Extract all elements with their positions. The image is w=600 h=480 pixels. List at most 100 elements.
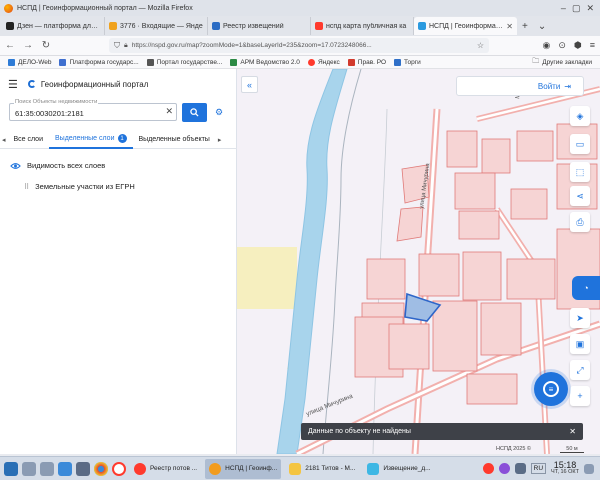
tabs-scroll-right-icon[interactable]: ▸: [216, 136, 224, 144]
clear-search-icon[interactable]: ✕: [165, 106, 173, 117]
chrome-icon[interactable]: [94, 461, 108, 476]
print-icon: ⎙: [576, 216, 584, 227]
bookmark-item[interactable]: АРМ Ведомство 2.0: [230, 58, 300, 66]
browser-tab[interactable]: Дзен — платформа для п: [2, 17, 105, 35]
start-menu-icon[interactable]: [4, 461, 18, 476]
reload-icon[interactable]: ↻: [41, 40, 51, 51]
bookmark-item[interactable]: Портал государстве...: [146, 58, 222, 66]
locate-button[interactable]: ➤: [570, 308, 590, 328]
file-manager-icon[interactable]: [58, 461, 72, 476]
drag-handle-icon[interactable]: ⠿: [24, 183, 29, 191]
tab-favicon-icon: [315, 22, 323, 30]
draw-tool-button[interactable]: ⬚: [570, 162, 590, 182]
maximize-icon[interactable]: ▢: [572, 3, 581, 14]
zoom-in-button[interactable]: +: [570, 386, 590, 406]
bookmark-icon: [59, 58, 67, 66]
account-icon[interactable]: ⊙: [558, 40, 566, 51]
yandex-tray-icon[interactable]: [482, 463, 494, 474]
taskbar: Реестр потов ... НСПД | Геоинф... 2181 Т…: [0, 456, 600, 480]
browser-tab[interactable]: Реестр извещений: [208, 17, 311, 35]
browser-tab-active[interactable]: НСПД | Геоинформационн ✕: [414, 17, 517, 35]
bookmark-label: ДЕЛО-Web: [18, 58, 52, 66]
tab-all-layers[interactable]: Все слои: [8, 131, 49, 149]
back-icon[interactable]: ←: [5, 40, 15, 51]
tab-label: Реестр извещений: [223, 22, 284, 30]
tabs-scroll-left-icon[interactable]: ◂: [0, 136, 8, 144]
toast-close-icon[interactable]: ✕: [569, 427, 576, 436]
bookmark-icon: [307, 58, 315, 66]
fullscreen-button[interactable]: ⤢: [570, 360, 590, 380]
cadastral-search-field[interactable]: Поиск Объекты недвижимости 61:35:0030201…: [9, 99, 177, 121]
url-bar[interactable]: ⛉ 🔒︎ https://nspd.gov.ru/map?zoomMode=1&…: [109, 38, 489, 53]
extension-icon[interactable]: ⬢: [574, 40, 582, 51]
bookmark-item[interactable]: Прав. РО: [347, 58, 386, 66]
browser-tab[interactable]: 3776 · Входящие — Янде: [105, 17, 208, 35]
left-panel: ☰ Геоинформационный портал Поиск Объекты…: [0, 69, 237, 454]
files-icon[interactable]: [76, 461, 90, 476]
forward-icon[interactable]: →: [23, 40, 33, 51]
search-button[interactable]: [182, 103, 207, 122]
print-tool-button[interactable]: ⎙: [570, 212, 590, 232]
window-title: НСПД | Геоинформационный портал — Mozill…: [17, 4, 193, 12]
bookmark-star-icon[interactable]: ☆: [477, 41, 484, 50]
bookmark-icon: [394, 58, 402, 66]
taskbar-item-label: Реестр потов ...: [150, 465, 198, 472]
clock[interactable]: 15:18 ЧТ, 16 ОКТ: [551, 461, 579, 476]
login-label: Войти: [537, 81, 561, 91]
search-field-label: Поиск Объекты недвижимости: [14, 99, 99, 105]
other-bookmarks[interactable]: 🗀 Другие закладки: [532, 57, 592, 68]
side-panel-tab[interactable]: ◔: [572, 276, 600, 300]
shield-icon[interactable]: ⛉: [114, 41, 120, 51]
lock-icon[interactable]: 🔒︎: [124, 42, 128, 50]
search-input[interactable]: 61:35:0030201:2181: [15, 109, 84, 118]
bookmark-item[interactable]: Платформа государс...: [59, 58, 139, 66]
tab-close-icon[interactable]: ✕: [506, 22, 513, 31]
all-layers-visibility-row[interactable]: Видимость всех слоев: [10, 161, 105, 170]
tab-selected-objects[interactable]: Выделенные объекты: [133, 131, 216, 149]
bookmark-label: АРМ Ведомство 2.0: [240, 58, 300, 66]
collapse-panel-button[interactable]: «: [241, 76, 258, 93]
browser-tab[interactable]: нспд карта публичная ка: [311, 17, 414, 35]
bookmark-label: Торги: [404, 58, 421, 66]
filter-settings-button[interactable]: ⚙︎: [209, 103, 229, 122]
taskbar-item[interactable]: Реестр потов ...: [130, 459, 201, 479]
messenger-tray-icon[interactable]: [498, 463, 510, 474]
url-text[interactable]: https://nspd.gov.ru/map?zoomMode=1&baseL…: [132, 42, 473, 49]
minimize-icon[interactable]: –: [561, 3, 566, 14]
other-bookmarks-label: Другие закладки: [542, 58, 592, 66]
bookmark-item[interactable]: Торги: [394, 58, 421, 66]
hamburger-menu-icon[interactable]: ☰: [8, 78, 18, 91]
close-icon[interactable]: ✕: [586, 3, 594, 14]
layer-item[interactable]: ⠿ Земельные участки из ЕГРН: [24, 182, 135, 191]
login-button[interactable]: Войти ⇥: [456, 76, 584, 96]
taskbar-item-icon: [289, 462, 302, 475]
taskbar-item-active[interactable]: НСПД | Геоинф...: [205, 458, 282, 479]
street-label-michurina: улица Мичурина: [305, 393, 354, 418]
bookmark-item[interactable]: ДЕЛО-Web: [8, 58, 52, 66]
measure-tool-button[interactable]: ▭: [570, 134, 590, 154]
show-desktop-icon[interactable]: [584, 463, 594, 474]
task-view-icon[interactable]: [40, 461, 54, 476]
minimap-button[interactable]: ▣: [570, 334, 590, 354]
network-tray-icon[interactable]: [514, 463, 526, 474]
tab-selected-layers[interactable]: Выделенные слои 1: [49, 131, 133, 149]
double-chevron-left-icon: «: [246, 79, 252, 90]
taskbar-item[interactable]: 2181 Титов - М...: [285, 459, 359, 479]
new-tab-icon[interactable]: +: [517, 16, 533, 36]
keyboard-layout-indicator[interactable]: RU: [530, 463, 547, 474]
map-zone-yellow: [237, 247, 297, 309]
tab-selected-layers-label: Выделенные слои: [55, 135, 115, 142]
pocket-icon[interactable]: ◉: [542, 40, 550, 51]
nav-bar: ← → ↻ ⛉ 🔒︎ https://nspd.gov.ru/map?zoomM…: [0, 36, 600, 56]
list-tabs-icon[interactable]: ⌄: [533, 16, 551, 36]
layers-tool-button[interactable]: ◈: [570, 106, 590, 126]
eye-icon[interactable]: [10, 162, 21, 170]
virtual-desktops-icon[interactable]: [22, 461, 36, 476]
navigation-arrow-icon: ➤: [576, 312, 584, 323]
yandex-browser-icon[interactable]: [112, 461, 126, 476]
taskbar-item[interactable]: Извещение_д...: [363, 459, 434, 479]
support-chat-button[interactable]: ≡: [534, 372, 568, 406]
menu-icon[interactable]: ≡: [590, 40, 595, 51]
bookmark-item[interactable]: Яндекс: [307, 58, 340, 66]
share-tool-button[interactable]: ⋖: [570, 186, 590, 206]
